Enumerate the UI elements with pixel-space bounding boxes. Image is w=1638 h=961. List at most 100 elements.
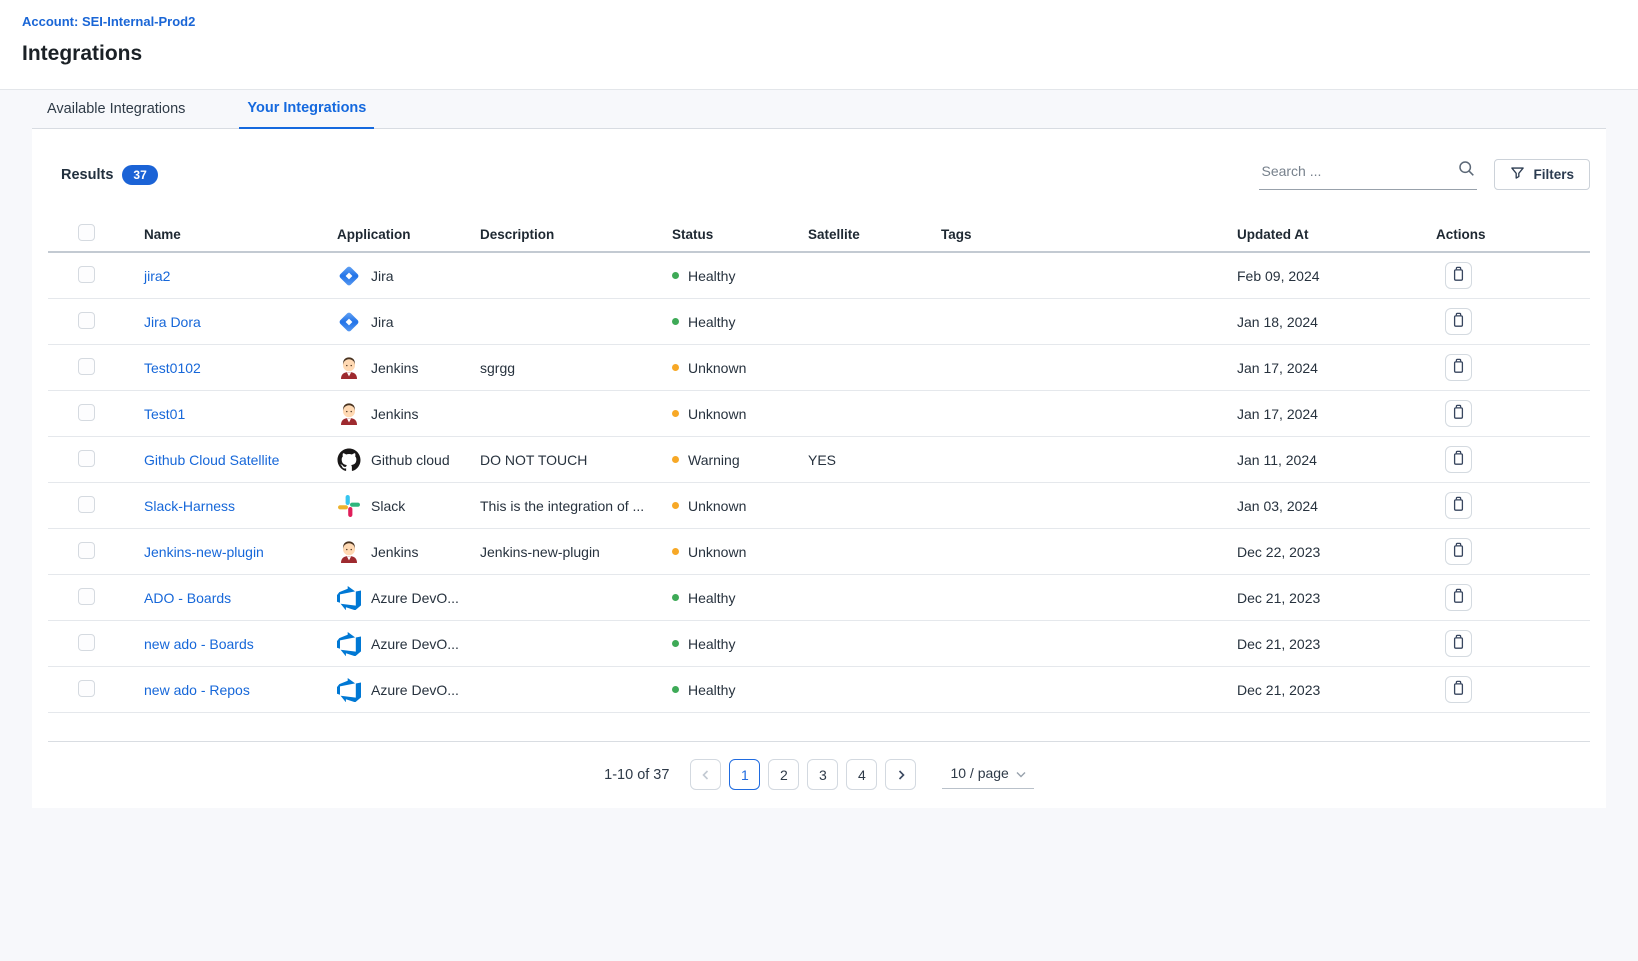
status-label: Healthy <box>688 590 735 606</box>
tab-your-integrations[interactable]: Your Integrations <box>239 100 374 129</box>
delete-integration-button[interactable] <box>1445 262 1472 289</box>
row-checkbox[interactable] <box>78 404 95 421</box>
select-all-checkbox[interactable] <box>78 224 95 241</box>
integration-name-link[interactable]: new ado - Repos <box>144 682 250 698</box>
integration-name-link[interactable]: Jira Dora <box>144 314 201 330</box>
jenkins-icon <box>337 402 361 426</box>
pagination-range-label: 1-10 of 37 <box>604 767 669 783</box>
status-dot <box>672 548 679 555</box>
status-label: Healthy <box>688 268 735 284</box>
table-row: jira2 Jira Healthy Feb 09, 2024 <box>48 253 1590 299</box>
delete-integration-button[interactable] <box>1445 446 1472 473</box>
status-label: Healthy <box>688 682 735 698</box>
github-icon <box>337 448 361 472</box>
status-label: Unknown <box>688 360 746 376</box>
azure-devops-icon <box>337 586 361 610</box>
table-row: new ado - Boards Azure DevO... Healthy D… <box>48 621 1590 667</box>
column-header-updated-at: Updated At <box>1237 227 1436 242</box>
integration-name-link[interactable]: Test01 <box>144 406 185 422</box>
status-dot <box>672 318 679 325</box>
description-text: sgrgg <box>480 360 672 376</box>
page-size-select[interactable]: 10 / page <box>942 760 1033 789</box>
delete-integration-button[interactable] <box>1445 354 1472 381</box>
search-input[interactable] <box>1261 163 1458 179</box>
updated-at-value: Jan 03, 2024 <box>1237 498 1436 514</box>
next-page-button[interactable] <box>885 759 916 790</box>
status-dot <box>672 686 679 693</box>
page-button-1[interactable]: 1 <box>729 759 760 790</box>
application-label: Jenkins <box>371 406 418 422</box>
application-label: Slack <box>371 498 405 514</box>
previous-page-button[interactable] <box>690 759 721 790</box>
page-button-3[interactable]: 3 <box>807 759 838 790</box>
results-summary: Results 37 <box>61 165 158 185</box>
filters-button[interactable]: Filters <box>1494 159 1590 190</box>
delete-integration-button[interactable] <box>1445 630 1472 657</box>
status-label: Healthy <box>688 314 735 330</box>
status-dot <box>672 364 679 371</box>
status-dot <box>672 410 679 417</box>
table-bottom-border <box>48 713 1590 742</box>
azure-devops-icon <box>337 632 361 656</box>
column-header-actions: Actions <box>1436 227 1590 242</box>
table-row: Test0102 Jenkins sgrgg Unknown Jan 17, 2… <box>48 345 1590 391</box>
row-checkbox[interactable] <box>78 266 95 283</box>
table-row: ADO - Boards Azure DevO... Healthy Dec 2… <box>48 575 1590 621</box>
integrations-card: Results 37 Filters Name Application Des <box>32 129 1606 808</box>
satellite-value: YES <box>808 452 941 468</box>
account-breadcrumb-link[interactable]: Account: SEI-Internal-Prod2 <box>22 14 195 29</box>
row-checkbox[interactable] <box>78 588 95 605</box>
integration-name-link[interactable]: new ado - Boards <box>144 636 254 652</box>
trash-icon <box>1451 266 1466 285</box>
trash-icon <box>1451 496 1466 515</box>
status-label: Unknown <box>688 406 746 422</box>
jira-icon <box>337 310 361 334</box>
results-count-badge: 37 <box>122 165 157 185</box>
delete-integration-button[interactable] <box>1445 538 1472 565</box>
application-label: Azure DevO... <box>371 636 459 652</box>
column-header-tags: Tags <box>941 227 1237 242</box>
delete-integration-button[interactable] <box>1445 676 1472 703</box>
application-label: Github cloud <box>371 452 450 468</box>
pagination: 1-10 of 37 1234 10 / page <box>48 742 1590 790</box>
delete-integration-button[interactable] <box>1445 308 1472 335</box>
integration-name-link[interactable]: Github Cloud Satellite <box>144 452 279 468</box>
updated-at-value: Dec 22, 2023 <box>1237 544 1436 560</box>
table-body: jira2 Jira Healthy Feb 09, 2024 <box>48 253 1590 713</box>
page-button-2[interactable]: 2 <box>768 759 799 790</box>
updated-at-value: Feb 09, 2024 <box>1237 268 1436 284</box>
row-checkbox[interactable] <box>78 312 95 329</box>
row-checkbox[interactable] <box>78 542 95 559</box>
row-checkbox[interactable] <box>78 634 95 651</box>
trash-icon <box>1451 542 1466 561</box>
table-row: Jenkins-new-plugin Jenkins Jenkins-new-p… <box>48 529 1590 575</box>
integration-name-link[interactable]: Jenkins-new-plugin <box>144 544 264 560</box>
description-text: DO NOT TOUCH <box>480 452 672 468</box>
tab-available-integrations[interactable]: Available Integrations <box>39 101 193 128</box>
jenkins-icon <box>337 540 361 564</box>
delete-integration-button[interactable] <box>1445 584 1472 611</box>
status-label: Healthy <box>688 636 735 652</box>
trash-icon <box>1451 312 1466 331</box>
description-text: This is the integration of ... <box>480 498 672 514</box>
column-header-status: Status <box>672 227 808 242</box>
application-label: Azure DevO... <box>371 590 459 606</box>
row-checkbox[interactable] <box>78 450 95 467</box>
column-header-application: Application <box>337 227 480 242</box>
delete-integration-button[interactable] <box>1445 400 1472 427</box>
row-checkbox[interactable] <box>78 496 95 513</box>
row-checkbox[interactable] <box>78 680 95 697</box>
column-header-satellite: Satellite <box>808 227 941 242</box>
updated-at-value: Jan 17, 2024 <box>1237 406 1436 422</box>
application-label: Jenkins <box>371 360 418 376</box>
trash-icon <box>1451 634 1466 653</box>
integration-name-link[interactable]: Test0102 <box>144 360 201 376</box>
integration-name-link[interactable]: Slack-Harness <box>144 498 235 514</box>
table-row: Github Cloud Satellite Github cloud DO N… <box>48 437 1590 483</box>
application-label: Jira <box>371 314 394 330</box>
page-button-4[interactable]: 4 <box>846 759 877 790</box>
integration-name-link[interactable]: ADO - Boards <box>144 590 231 606</box>
delete-integration-button[interactable] <box>1445 492 1472 519</box>
integration-name-link[interactable]: jira2 <box>144 268 170 284</box>
row-checkbox[interactable] <box>78 358 95 375</box>
